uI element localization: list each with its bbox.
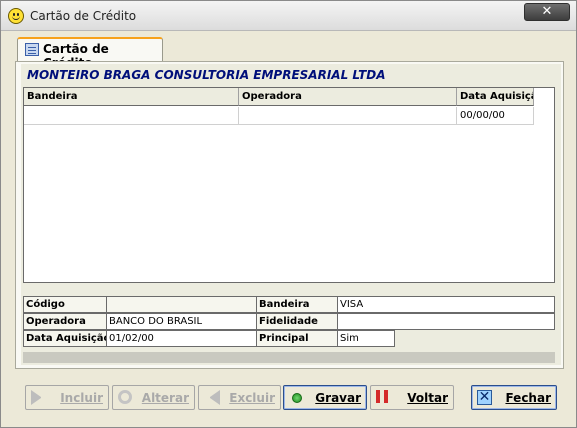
- horizontal-scrollbar[interactable]: [23, 352, 555, 363]
- cards-grid[interactable]: Bandeira Operadora Data Aquisição 00/00/…: [23, 87, 555, 283]
- operadora-label: Operadora: [23, 313, 107, 330]
- fidelidade-field[interactable]: [337, 313, 555, 330]
- card-details: Código Bandeira VISA Operadora BANCO DO …: [23, 296, 555, 348]
- smiley-icon: [8, 8, 24, 24]
- table-cell-bandeira[interactable]: [24, 107, 239, 125]
- data-aquisicao-field[interactable]: 01/02/00: [106, 330, 257, 347]
- gravar-label: Gravar: [315, 391, 361, 405]
- alterar-label: Alterar: [141, 391, 189, 405]
- fidelidade-label: Fidelidade: [256, 313, 338, 330]
- close-window-button[interactable]: ✕: [524, 3, 570, 21]
- arrow-right-icon: [31, 390, 47, 405]
- principal-field[interactable]: Sim: [337, 330, 395, 347]
- incluir-label: Incluir: [60, 391, 103, 405]
- column-header-operadora[interactable]: Operadora: [239, 88, 457, 106]
- gravar-button[interactable]: Gravar: [283, 385, 367, 410]
- bandeira-field[interactable]: VISA: [337, 296, 555, 313]
- column-header-bandeira[interactable]: Bandeira: [24, 88, 239, 106]
- arrow-left-icon: [204, 390, 220, 405]
- alterar-button[interactable]: Alterar: [112, 385, 195, 410]
- operadora-field[interactable]: BANCO DO BRASIL: [106, 313, 257, 330]
- window-title: Cartão de Crédito: [30, 9, 137, 23]
- close-x-icon: ✕: [477, 389, 492, 405]
- codigo-field[interactable]: [106, 296, 257, 313]
- title-bar[interactable]: Cartão de Crédito ✕: [1, 1, 576, 31]
- table-cell-data-aquisicao[interactable]: 00/00/00: [457, 107, 534, 125]
- refresh-icon: [118, 390, 132, 404]
- voltar-button[interactable]: Voltar: [370, 385, 454, 410]
- principal-label: Principal: [256, 330, 338, 347]
- column-header-data-aquisicao[interactable]: Data Aquisição: [457, 88, 534, 106]
- company-name: MONTEIRO BRAGA CONSULTORIA EMPRESARIAL L…: [27, 68, 386, 82]
- green-dot-icon: [292, 393, 302, 403]
- bandeira-label: Bandeira: [256, 296, 338, 313]
- excluir-button[interactable]: Excluir: [198, 385, 281, 410]
- fechar-label: Fechar: [505, 391, 551, 405]
- table-cell-operadora[interactable]: [239, 107, 457, 125]
- tab-cartao-de-credito[interactable]: Cartão de Crédito: [17, 37, 163, 70]
- incluir-button[interactable]: Incluir: [25, 385, 109, 410]
- window: Cartão de Crédito ✕ Cartão de Crédito MO…: [0, 0, 577, 428]
- data-aquisicao-label: Data Aquisição: [23, 330, 107, 347]
- codigo-label: Código: [23, 296, 107, 313]
- pause-icon: [376, 390, 392, 405]
- excluir-label: Excluir: [229, 391, 275, 405]
- voltar-label: Voltar: [407, 391, 448, 405]
- fechar-button[interactable]: ✕ Fechar: [471, 385, 557, 410]
- card-list-icon: [25, 43, 39, 56]
